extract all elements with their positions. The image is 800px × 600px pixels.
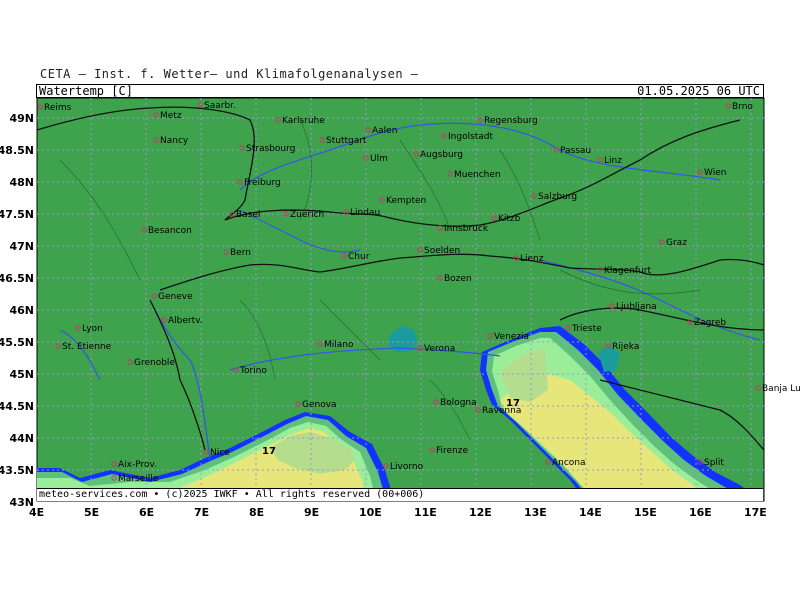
city-label: Nancy <box>160 136 189 146</box>
lat-tick-label: 45.5N <box>0 336 34 349</box>
city-label: Bern <box>230 248 251 258</box>
lat-tick-label: 46.5N <box>0 272 34 285</box>
map-footer: meteo-services.com • (c)2025 IWKF • All … <box>37 488 763 501</box>
city-label: Stuttgart <box>326 136 367 146</box>
city-label: Ravenna <box>482 406 521 416</box>
city-label: Nice <box>210 448 230 458</box>
city-label: Wien <box>704 168 726 178</box>
city-label: Freiburg <box>244 178 281 188</box>
city-label: Milano <box>324 340 354 350</box>
city-label: Strasbourg <box>246 144 295 154</box>
lon-tick-label: 9E <box>304 506 320 519</box>
lat-tick-label: 48.5N <box>0 144 34 157</box>
city-label: Lindau <box>350 208 380 218</box>
lon-tick-label: 11E <box>414 506 437 519</box>
city-label: Kitzb <box>498 214 521 224</box>
city-label: Graz <box>666 238 687 248</box>
lat-tick-label: 43.5N <box>0 464 34 477</box>
city-label: Genova <box>302 400 337 410</box>
city-label: Salzburg <box>538 192 577 202</box>
city-label: Augsburg <box>420 150 463 160</box>
city-label: Verona <box>424 344 455 354</box>
city-label: St. Etienne <box>62 342 112 352</box>
lat-tick-label: 49N <box>9 112 34 125</box>
city-label: Grenoble <box>134 358 175 368</box>
lon-tick-label: 12E <box>469 506 492 519</box>
lat-tick-label: 47N <box>9 240 34 253</box>
city-label: Livorno <box>390 462 424 472</box>
city-label: Lienz <box>520 254 544 264</box>
city-label: Basel <box>236 210 260 220</box>
city-label: Zuerich <box>290 210 324 220</box>
city-label: Geneve <box>158 292 193 302</box>
city-label: Metz <box>160 111 182 121</box>
lat-tick-label: 43N <box>9 496 34 509</box>
city-label: Torino <box>239 366 267 376</box>
city-label: Aalen <box>372 126 397 136</box>
contour-label-ligurian: 17 <box>262 446 276 457</box>
city-label: Ulm <box>370 154 388 164</box>
city-label: Split <box>704 458 724 468</box>
city-label: Albertv. <box>168 316 203 326</box>
city-label: Linz <box>604 156 622 166</box>
city-label: Kempten <box>386 196 426 206</box>
lat-tick-label: 47.5N <box>0 208 34 221</box>
city-label: Chur <box>348 252 370 262</box>
lon-tick-label: 16E <box>689 506 712 519</box>
lon-tick-label: 8E <box>249 506 265 519</box>
lat-tick-label: 45N <box>9 368 34 381</box>
city-label: Marseille <box>118 474 159 484</box>
lat-tick-label: 44.5N <box>0 400 34 413</box>
city-label: Bologna <box>440 398 477 408</box>
city-label: Banja Luka <box>762 384 800 394</box>
city-label: Bozen <box>444 274 472 284</box>
copyright-credit: meteo-services.com • (c)2025 IWKF • All … <box>39 489 425 500</box>
city-label: Venezia <box>494 332 529 342</box>
map-canvas: 17 17 ReimsMetzSaarbr.KarlsruheAalenRege… <box>36 97 800 502</box>
lat-tick-label: 46N <box>9 304 34 317</box>
city-label: Karlsruhe <box>282 116 325 126</box>
lon-tick-label: 13E <box>524 506 547 519</box>
city-label: Muenchen <box>454 170 501 180</box>
city-label: Ingolstadt <box>448 132 494 142</box>
city-label: Brno <box>732 102 753 112</box>
city-label: Passau <box>560 146 591 156</box>
lon-tick-label: 17E <box>744 506 767 519</box>
city-label: Zagreb <box>694 318 726 328</box>
city-label: Firenze <box>436 446 468 456</box>
city-label: Regensburg <box>484 116 538 126</box>
lon-tick-label: 14E <box>579 506 602 519</box>
city-label: Aix-Prov. <box>118 460 157 470</box>
city-label: Klagenfurt <box>604 266 651 276</box>
city-label: Rijeka <box>612 342 639 352</box>
city-label: Ljubljana <box>616 302 657 312</box>
city-label: Reims <box>44 103 72 113</box>
lon-tick-label: 6E <box>139 506 155 519</box>
city-label: Soelden <box>424 246 460 256</box>
lon-tick-label: 10E <box>359 506 382 519</box>
city-label: Trieste <box>571 324 602 334</box>
lon-tick-label: 15E <box>634 506 657 519</box>
lon-tick-label: 5E <box>84 506 100 519</box>
city-label: Innsbruck <box>444 224 489 234</box>
lon-tick-label: 7E <box>194 506 210 519</box>
lat-tick-label: 44N <box>9 432 34 445</box>
city-label: Ancona <box>552 458 586 468</box>
city-label: Saarbr. <box>204 101 236 111</box>
city-label: Lyon <box>82 324 103 334</box>
city-label: Besancon <box>148 226 192 236</box>
lat-tick-label: 48N <box>9 176 34 189</box>
